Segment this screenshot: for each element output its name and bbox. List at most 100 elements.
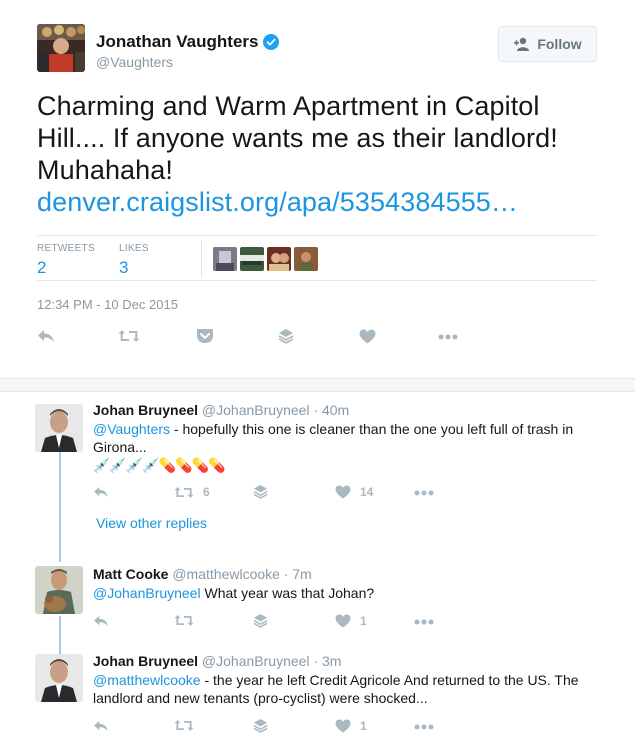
layers-button[interactable] [253,718,268,733]
replies-separator [0,378,635,392]
retweet-button[interactable] [118,329,140,343]
heart-icon [335,485,351,499]
like-button[interactable]: 1 [335,719,367,733]
likes-label: LIKES [119,243,149,254]
retweets-count[interactable]: 2 [37,258,95,278]
like-button[interactable]: 14 [335,485,373,499]
reply-author-handle[interactable]: @JohanBruyneel [202,653,310,669]
reply-author-name[interactable]: Matt Cooke [93,566,168,582]
reply-tweet: Johan Bruyneel @JohanBruyneel · 40m @Vau… [0,392,635,542]
retweets-label: RETWEETS [37,243,95,254]
reply-tweet: Matt Cooke @matthewlcooke · 7m @JohanBru… [0,556,635,636]
heart-icon [359,329,376,344]
reply-time[interactable]: · 3m [313,653,341,669]
reply-avatar[interactable] [35,566,83,614]
retweet-icon [118,330,140,342]
reply-author-name[interactable]: Johan Bruyneel [93,653,198,669]
reply-icon [94,615,108,627]
layers-icon [253,484,268,499]
reply-icon [94,486,108,498]
reply-icon [94,720,108,732]
layers-button[interactable] [278,328,294,344]
like-count: 1 [360,614,367,628]
layers-icon [278,329,294,344]
stats-divider [201,240,202,278]
reply-text: @matthewlcooke - the year he left Credit… [93,671,603,707]
like-count: 1 [360,719,367,733]
layers-icon [253,718,268,733]
reply-author-name[interactable]: Johan Bruyneel [93,402,198,418]
main-tweet: Jonathan Vaughters @Vaughters Follow Cha… [0,0,635,378]
reply-emoji: 💉💉💉💉💊💊💊💊 [93,457,225,473]
reply-header: Johan Bruyneel @JohanBruyneel · 3m [93,653,341,669]
reply-author-handle[interactable]: @matthewlcooke [172,566,280,582]
reply-mention[interactable]: @JohanBruyneel [93,585,201,601]
liker-avatar[interactable] [294,247,318,271]
liker-avatar[interactable] [240,247,264,271]
save-button[interactable] [196,328,214,344]
verified-badge-icon [263,34,280,50]
layers-button[interactable] [253,484,268,499]
view-other-replies-link[interactable]: View other replies [96,515,207,531]
reply-mention[interactable]: @matthewlcooke [93,672,201,688]
add-user-icon [514,37,530,51]
retweet-button[interactable]: 6 [174,485,210,499]
tweet-link[interactable]: denver.craigslist.org/apa/5354384555… [37,186,612,218]
author-name-text[interactable]: Jonathan Vaughters [96,32,258,52]
tweet-actions [0,327,635,349]
likes-count[interactable]: 3 [119,258,149,278]
like-button[interactable] [359,329,376,344]
like-count: 14 [360,485,374,499]
reply-time[interactable]: · 7m [284,566,312,582]
reply-tweet: Johan Bruyneel @JohanBruyneel · 3m @matt… [0,642,635,742]
reply-icon [38,330,54,342]
reply-button[interactable] [37,329,55,343]
reply-body: What year was that Johan? [200,585,375,601]
retweet-button[interactable] [174,614,194,627]
retweet-icon [174,486,194,498]
reply-button[interactable] [93,615,109,627]
retweet-button[interactable] [174,719,194,732]
reply-avatar[interactable] [35,404,83,452]
retweet-count: 6 [203,485,210,499]
reply-author-handle[interactable]: @JohanBruyneel [202,402,310,418]
liker-avatar[interactable] [267,247,291,271]
more-button[interactable] [414,619,434,625]
author-name[interactable]: Jonathan Vaughters [96,32,280,52]
retweets-stat[interactable]: RETWEETS 2 [37,243,95,278]
more-icon [414,724,434,730]
reply-avatar[interactable] [35,654,83,702]
author-avatar[interactable] [37,24,85,72]
tweet-text: Charming and Warm Apartment in Capitol H… [37,90,612,218]
like-button[interactable]: 1 [335,614,367,628]
follow-label: Follow [537,36,582,52]
retweet-icon [174,720,194,731]
more-button[interactable] [438,334,458,340]
reply-mention[interactable]: @Vaughters [93,421,170,437]
tweet-timestamp[interactable]: 12:34 PM - 10 Dec 2015 [37,297,178,312]
heart-icon [335,614,351,628]
more-button[interactable] [414,490,434,496]
reply-header: Matt Cooke @matthewlcooke · 7m [93,566,312,582]
tweet-body: Charming and Warm Apartment in Capitol H… [37,91,558,185]
author-handle[interactable]: @Vaughters [96,54,173,70]
reply-text: @JohanBruyneel What year was that Johan? [93,584,603,602]
reply-time[interactable]: · 40m [313,402,349,418]
follow-button[interactable]: Follow [498,26,597,62]
likes-stat[interactable]: LIKES 3 [119,243,149,278]
pocket-icon [197,329,213,343]
reply-text: @Vaughters - hopefully this one is clean… [93,420,603,456]
liker-avatars [213,247,318,271]
more-icon [414,619,434,625]
layers-button[interactable] [253,613,268,628]
reply-button[interactable] [93,486,109,498]
retweet-icon [174,615,194,626]
liker-avatar[interactable] [213,247,237,271]
reply-button[interactable] [93,720,109,732]
tweet-stats: RETWEETS 2 LIKES 3 [37,235,597,281]
more-icon [414,490,434,496]
reply-header: Johan Bruyneel @JohanBruyneel · 40m [93,402,349,418]
more-icon [438,334,458,340]
more-button[interactable] [414,724,434,730]
heart-icon [335,719,351,733]
